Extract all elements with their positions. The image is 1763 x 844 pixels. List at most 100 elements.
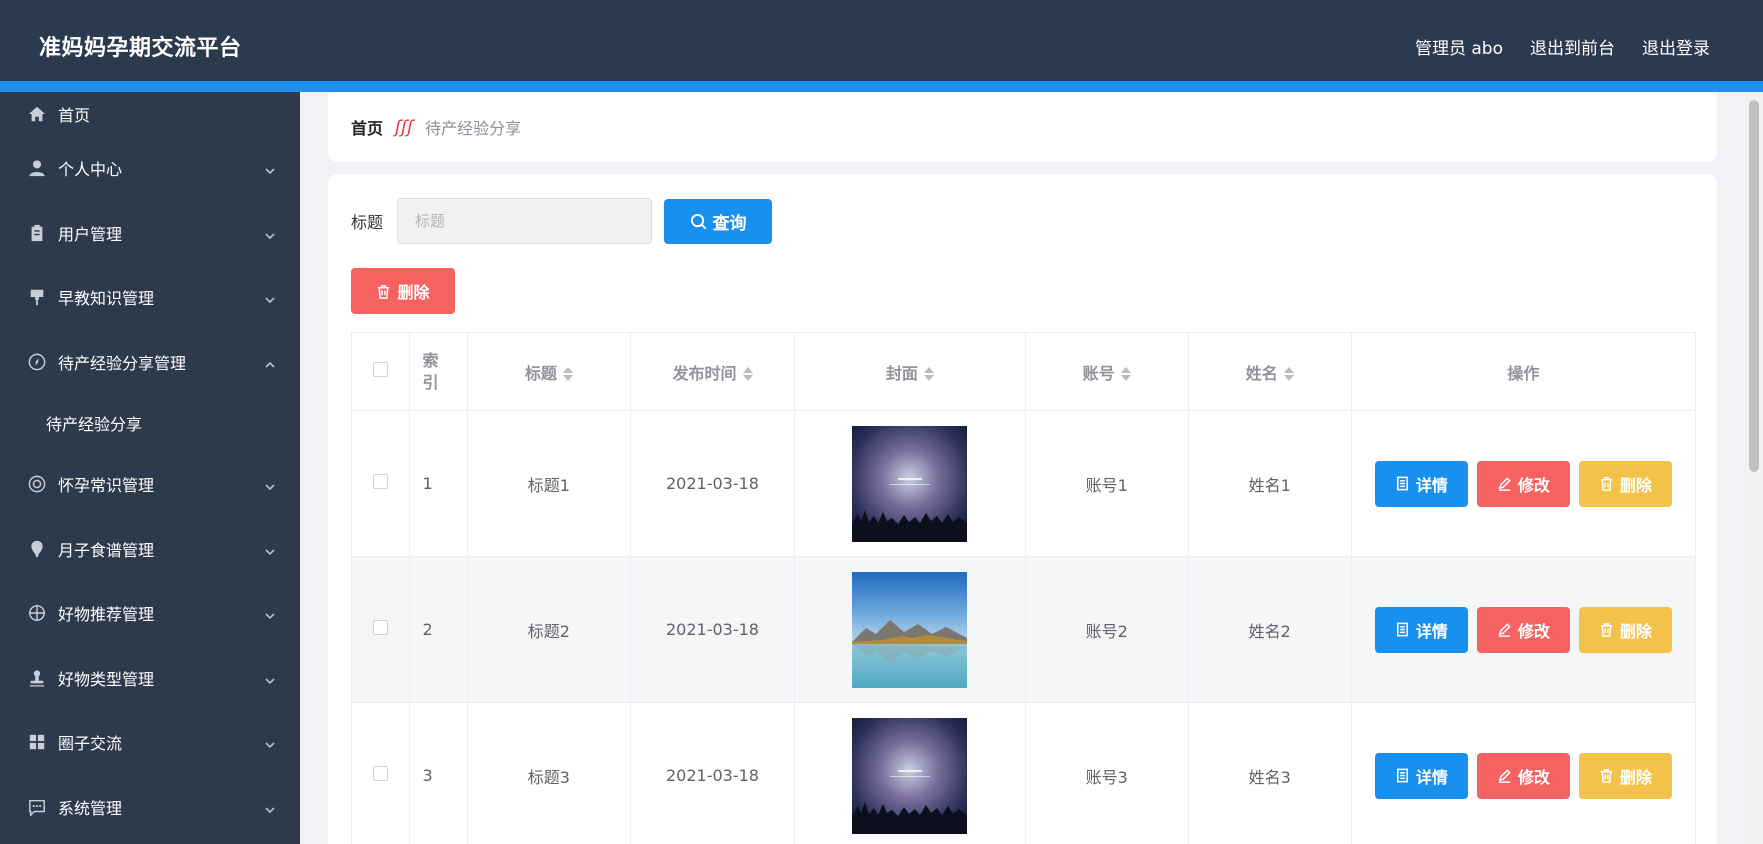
- sidebar-item-user-management[interactable]: 用户管理: [0, 201, 300, 266]
- row-operations: 详情 修改 删除: [1350, 410, 1697, 557]
- sidebar-item-home[interactable]: 首页: [0, 92, 300, 136]
- back-to-frontend-link[interactable]: 退出到前台: [1530, 34, 1615, 59]
- sort-icon[interactable]: [1283, 366, 1294, 382]
- search-label: 标题: [351, 213, 384, 232]
- breadcrumb: 首页 ʃʃʃ 待产经验分享: [328, 92, 1717, 162]
- table-row: 2 标题2 2021-03-18 账号2 姓名2 详情 修改 删除: [350, 556, 1697, 703]
- sidebar-item-label: 好物推荐管理: [58, 605, 155, 625]
- content-card: 标题 查询 删除 索 引 标题 发布时间 封面: [328, 174, 1717, 844]
- sidebar-item-childbirth-sharing-management[interactable]: 待产经验分享管理: [0, 330, 300, 395]
- delete-button[interactable]: 删除: [1578, 752, 1672, 799]
- edit-button-label: 修改: [1517, 621, 1550, 641]
- column-header-publish-time[interactable]: 发布时间: [629, 332, 796, 411]
- sidebar-item-product-types[interactable]: 好物类型管理: [0, 646, 300, 711]
- column-header-cover[interactable]: 封面: [794, 332, 1026, 411]
- sidebar-item-system-management[interactable]: 系统管理: [0, 775, 300, 840]
- stamp-icon: [27, 668, 47, 688]
- sort-icon[interactable]: [742, 366, 753, 382]
- trash-icon: [1600, 623, 1612, 637]
- chevron-down-icon: [264, 543, 276, 555]
- pencil-icon: [1498, 623, 1511, 637]
- page-scrollbar[interactable]: [1745, 92, 1763, 844]
- sidebar-item-product-recommend[interactable]: 好物推荐管理: [0, 581, 300, 646]
- select-all-cell: [350, 332, 411, 411]
- main-content: 首页 ʃʃʃ 待产经验分享 标题 查询 删除 索 引: [300, 92, 1745, 844]
- cover-image-night-sky[interactable]: [852, 425, 968, 542]
- lifebuoy-icon: [27, 474, 47, 494]
- cover-image-night-sky[interactable]: [852, 717, 968, 834]
- sidebar-subitem-childbirth-sharing[interactable]: 待产经验分享: [0, 394, 300, 452]
- compass-icon: [27, 352, 47, 372]
- sidebar-item-label: 怀孕常识管理: [58, 476, 155, 496]
- column-header-operations: 操作: [1350, 332, 1697, 411]
- admin-user-link[interactable]: 管理员 abo: [1415, 34, 1503, 59]
- edit-button[interactable]: 修改: [1476, 606, 1570, 653]
- sidebar-item-confinement-recipes[interactable]: 月子食谱管理: [0, 517, 300, 582]
- row-account: 账号2: [1024, 556, 1189, 703]
- sort-icon[interactable]: [923, 366, 934, 382]
- sidebar-item-circle-exchange[interactable]: 圈子交流: [0, 710, 300, 775]
- query-button[interactable]: 查询: [664, 198, 773, 244]
- row-account: 账号3: [1024, 702, 1189, 844]
- top-bar: 准妈妈孕期交流平台 管理员 abo 退出到前台 退出登录: [0, 0, 1763, 92]
- chevron-down-icon: [264, 291, 276, 304]
- home-icon: [27, 104, 47, 124]
- breadcrumb-current: 待产经验分享: [425, 119, 522, 138]
- logout-link[interactable]: 退出登录: [1642, 34, 1710, 59]
- detail-button[interactable]: 详情: [1374, 460, 1468, 507]
- trash-icon: [1600, 477, 1612, 491]
- row-name: 姓名3: [1187, 702, 1352, 844]
- column-header-label: 封面: [885, 363, 918, 383]
- chevron-down-icon: [264, 736, 276, 749]
- edit-button[interactable]: 修改: [1476, 460, 1570, 507]
- chevron-up-icon: [264, 356, 276, 368]
- scrollbar-thumb[interactable]: [1749, 100, 1759, 472]
- cover-image-lake-mountain[interactable]: [852, 571, 968, 688]
- column-header-account[interactable]: 账号: [1024, 332, 1189, 411]
- top-links: 管理员 abo 退出到前台 退出登录: [1415, 34, 1710, 59]
- detail-button[interactable]: 详情: [1374, 752, 1468, 799]
- detail-button[interactable]: 详情: [1374, 606, 1468, 653]
- sidebar-item-label: 圈子交流: [58, 734, 123, 754]
- row-index: 3: [409, 702, 468, 844]
- row-checkbox[interactable]: [373, 474, 389, 489]
- user-icon: [27, 158, 47, 178]
- column-header-label: 账号: [1082, 363, 1115, 383]
- breadcrumb-home[interactable]: 首页: [351, 115, 383, 139]
- sort-icon[interactable]: [562, 366, 573, 382]
- crosshair-icon: [27, 603, 47, 623]
- sort-icon[interactable]: [1120, 366, 1131, 382]
- column-header-label: 姓名: [1245, 363, 1278, 383]
- delete-button[interactable]: 删除: [1578, 460, 1672, 507]
- sidebar-item-early-education[interactable]: 早教知识管理: [0, 265, 300, 330]
- title-search-input[interactable]: [397, 198, 653, 244]
- row-publish-time: 2021-03-18: [629, 702, 796, 844]
- chevron-down-icon: [264, 607, 276, 620]
- delete-button-label: 删除: [1619, 767, 1652, 787]
- chevron-down-icon: [264, 227, 276, 239]
- sidebar-item-pregnancy-knowledge[interactable]: 怀孕常识管理: [0, 452, 300, 517]
- row-index: 2: [409, 556, 468, 703]
- delete-button[interactable]: 删除: [1578, 606, 1672, 653]
- sidebar-item-label: 月子食谱管理: [58, 540, 155, 560]
- row-title: 标题1: [466, 410, 631, 557]
- row-select-cell: [350, 556, 411, 703]
- row-title: 标题2: [466, 556, 631, 703]
- row-checkbox[interactable]: [373, 766, 389, 781]
- batch-delete-button[interactable]: 删除: [351, 268, 455, 314]
- edit-button[interactable]: 修改: [1476, 752, 1570, 799]
- row-publish-time: 2021-03-18: [629, 410, 796, 557]
- column-header-name[interactable]: 姓名: [1187, 332, 1352, 411]
- grid-icon: [27, 732, 47, 752]
- sidebar-item-personal-center[interactable]: 个人中心: [0, 136, 300, 201]
- select-all-checkbox[interactable]: [373, 362, 389, 377]
- detail-button-label: 详情: [1415, 621, 1448, 641]
- column-header-title[interactable]: 标题: [466, 332, 631, 411]
- row-checkbox[interactable]: [373, 620, 389, 635]
- row-title: 标题3: [466, 702, 631, 844]
- table-header-row: 索 引 标题 发布时间 封面 账号 姓名 操作: [350, 332, 1697, 411]
- row-operations: 详情 修改 删除: [1350, 556, 1697, 703]
- pencil-icon: [1498, 477, 1511, 491]
- row-cover-cell: [794, 410, 1026, 557]
- header-accent-bar: [0, 81, 1763, 92]
